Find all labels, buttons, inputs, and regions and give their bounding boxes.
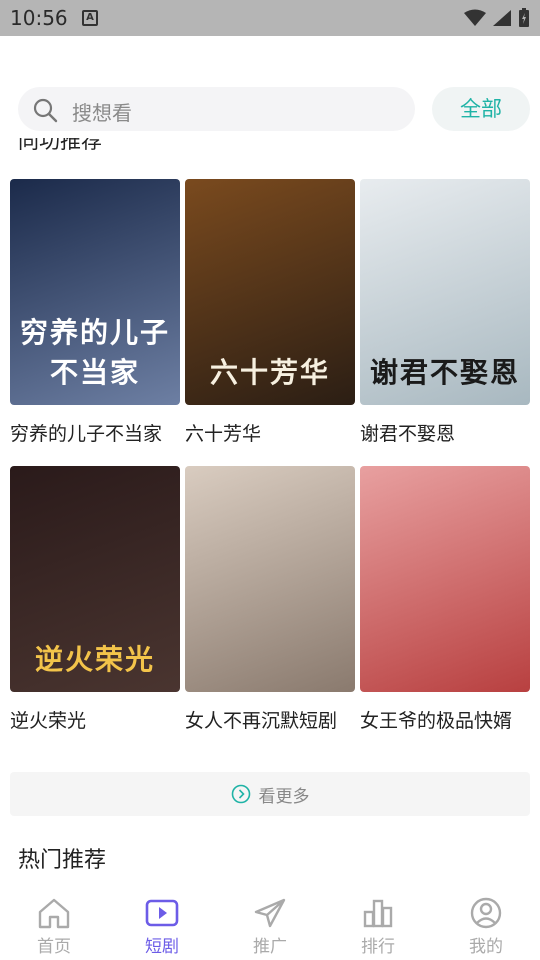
status-icons	[464, 8, 530, 28]
drama-card[interactable]: 女人不再沉默短剧	[185, 466, 355, 732]
drama-title: 女人不再沉默短剧	[185, 710, 338, 732]
send-icon	[254, 898, 286, 928]
drama-title: 逆火荣光	[10, 710, 87, 732]
wifi-icon	[464, 9, 486, 26]
drama-poster[interactable]: 逆火荣光	[10, 466, 180, 692]
drama-title: 女王爷的极品快婿	[360, 710, 513, 732]
search-placeholder: 搜想看	[72, 101, 132, 125]
drama-title: 穷养的儿子不当家	[10, 423, 163, 445]
search-icon	[33, 98, 58, 123]
poster-title-text: 穷养的儿子不当家	[19, 316, 170, 389]
poster-title-text: 六十芳华	[209, 356, 330, 389]
nav-item-home[interactable]: 首页	[0, 890, 108, 960]
status-bar: 10:56 A	[0, 0, 540, 36]
nav-label: 推广	[253, 937, 287, 957]
signal-icon	[493, 10, 511, 26]
drama-poster[interactable]	[360, 466, 530, 692]
all-button[interactable]: 全部	[432, 87, 530, 131]
see-more-label: 看更多	[258, 786, 310, 807]
nav-item-ranking[interactable]: 排行	[324, 890, 432, 960]
drama-card[interactable]: 谢君不娶恩 谢君不娶恩	[360, 179, 530, 445]
drama-card[interactable]: 逆火荣光 逆火荣光	[10, 466, 180, 732]
nav-label: 我的	[469, 937, 503, 957]
profile-icon	[470, 897, 502, 929]
nav-item-profile[interactable]: 我的	[432, 890, 540, 960]
notification-a-icon: A	[82, 10, 98, 26]
drama-poster[interactable]: 六十芳华	[185, 179, 355, 405]
nav-item-short-drama[interactable]: 短剧	[108, 890, 216, 960]
nav-label: 首页	[37, 937, 71, 957]
bar-chart-icon	[363, 899, 393, 928]
nav-item-promote[interactable]: 推广	[216, 890, 324, 960]
poster-title-text: 逆火荣光	[34, 643, 155, 676]
drama-card[interactable]: 女王爷的极品快婿	[360, 466, 530, 732]
hot-section-title: 热门推荐	[18, 848, 107, 873]
home-icon	[38, 898, 70, 929]
drama-title: 谢君不娶恩	[360, 423, 456, 445]
drama-poster[interactable]: 谢君不娶恩	[360, 179, 530, 405]
bottom-nav: 首页 短剧 推广 排行 我的	[0, 890, 540, 960]
drama-title: 六十芳华	[185, 423, 262, 445]
drama-poster[interactable]: 穷养的儿子不当家	[10, 179, 180, 405]
drama-card[interactable]: 六十芳华 六十芳华	[185, 179, 355, 445]
section-title-partial: 同功推荐	[18, 138, 102, 153]
chevron-circle-icon	[231, 784, 250, 804]
drama-card[interactable]: 穷养的儿子不当家 穷养的儿子不当家	[10, 179, 180, 445]
search-input[interactable]: 搜想看	[18, 87, 415, 131]
status-time: 10:56	[10, 6, 68, 30]
play-icon	[145, 899, 179, 927]
nav-label: 短剧	[145, 937, 179, 957]
poster-title-text: 谢君不娶恩	[369, 356, 520, 389]
drama-poster[interactable]	[185, 466, 355, 692]
see-more-button[interactable]: 看更多	[10, 772, 530, 816]
battery-icon	[519, 8, 529, 27]
nav-label: 排行	[361, 937, 395, 957]
